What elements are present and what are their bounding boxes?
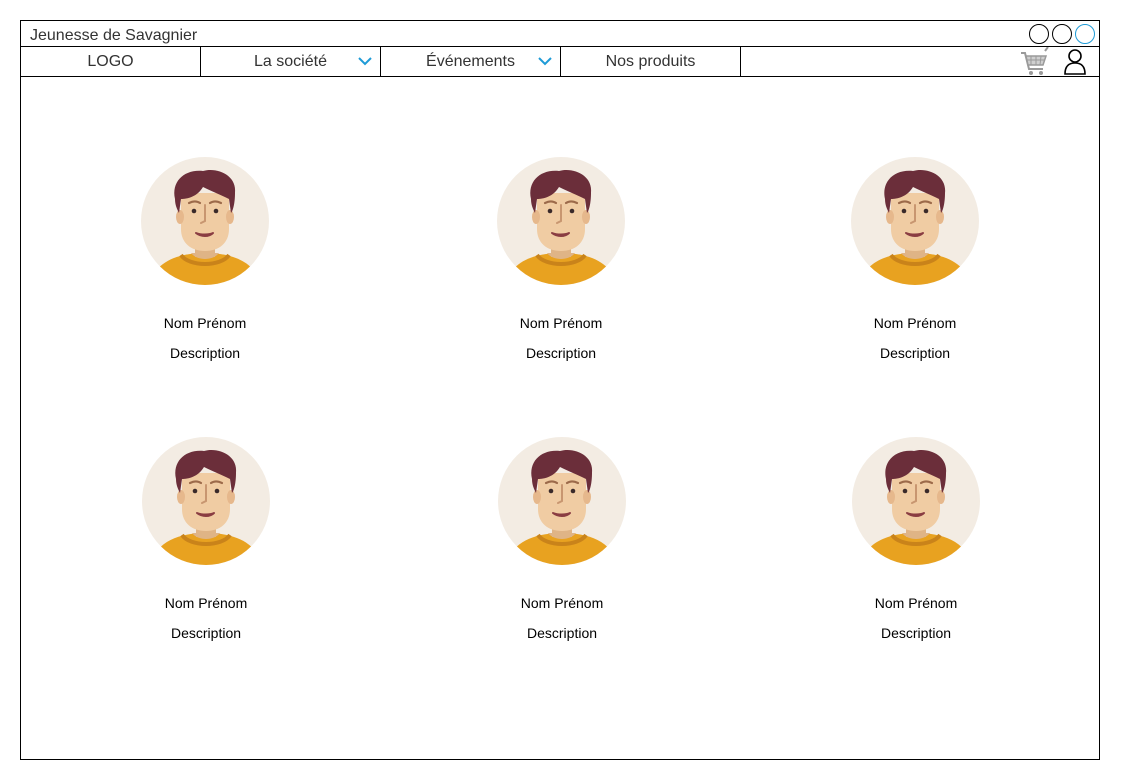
chevron-down-icon — [538, 57, 552, 66]
nav-item-label: Événements — [426, 52, 515, 70]
logo-text: LOGO — [87, 52, 134, 70]
nav-item-la-societe[interactable]: La société — [201, 47, 381, 76]
avatar — [141, 157, 269, 285]
window-title: Jeunesse de Savagnier — [30, 27, 198, 44]
minimize-button[interactable] — [1029, 24, 1049, 44]
avatar — [142, 437, 270, 565]
profile-card[interactable]: Nom Prénom Description — [846, 437, 986, 641]
window-controls — [1029, 24, 1095, 44]
profile-name: Nom Prénom — [874, 595, 958, 611]
nav-item-nos-produits[interactable]: Nos produits — [561, 47, 741, 76]
profile-description: Description — [170, 625, 242, 641]
profile-name: Nom Prénom — [520, 595, 604, 611]
cart-icon[interactable] — [1019, 47, 1049, 77]
maximize-button[interactable] — [1075, 24, 1095, 44]
nav-item-label: La société — [254, 52, 327, 70]
title-bar: Jeunesse de Savagnier — [21, 21, 1099, 47]
nav-item-label: Nos produits — [605, 52, 696, 70]
profile-card[interactable]: Nom Prénom Description — [136, 437, 276, 641]
avatar — [851, 157, 979, 285]
profile-card[interactable]: Nom Prénom Description — [845, 157, 985, 361]
profile-description: Description — [169, 345, 241, 361]
chevron-down-icon — [358, 57, 372, 66]
team-grid: Nom Prénom Description Nom Prénom Descript… — [21, 77, 1099, 759]
profile-name: Nom Prénom — [873, 315, 957, 331]
avatar — [852, 437, 980, 565]
profile-name: Nom Prénom — [163, 315, 247, 331]
profile-name: Nom Prénom — [164, 595, 248, 611]
profile-card[interactable]: Nom Prénom Description — [492, 437, 632, 641]
logo[interactable]: LOGO — [21, 47, 201, 76]
profile-description: Description — [879, 345, 951, 361]
nav-item-evenements[interactable]: Événements — [381, 47, 561, 76]
nav-bar: LOGO La société Événements Nos produits — [21, 47, 1099, 77]
restore-button[interactable] — [1052, 24, 1072, 44]
profile-card[interactable]: Nom Prénom Description — [135, 157, 275, 361]
user-icon[interactable] — [1063, 48, 1087, 76]
profile-description: Description — [525, 345, 597, 361]
profile-description: Description — [880, 625, 952, 641]
profile-card[interactable]: Nom Prénom Description — [491, 157, 631, 361]
avatar — [498, 437, 626, 565]
profile-name: Nom Prénom — [519, 315, 603, 331]
app-window: Jeunesse de Savagnier LOGO La société Év… — [20, 20, 1100, 760]
profile-description: Description — [526, 625, 598, 641]
avatar — [497, 157, 625, 285]
